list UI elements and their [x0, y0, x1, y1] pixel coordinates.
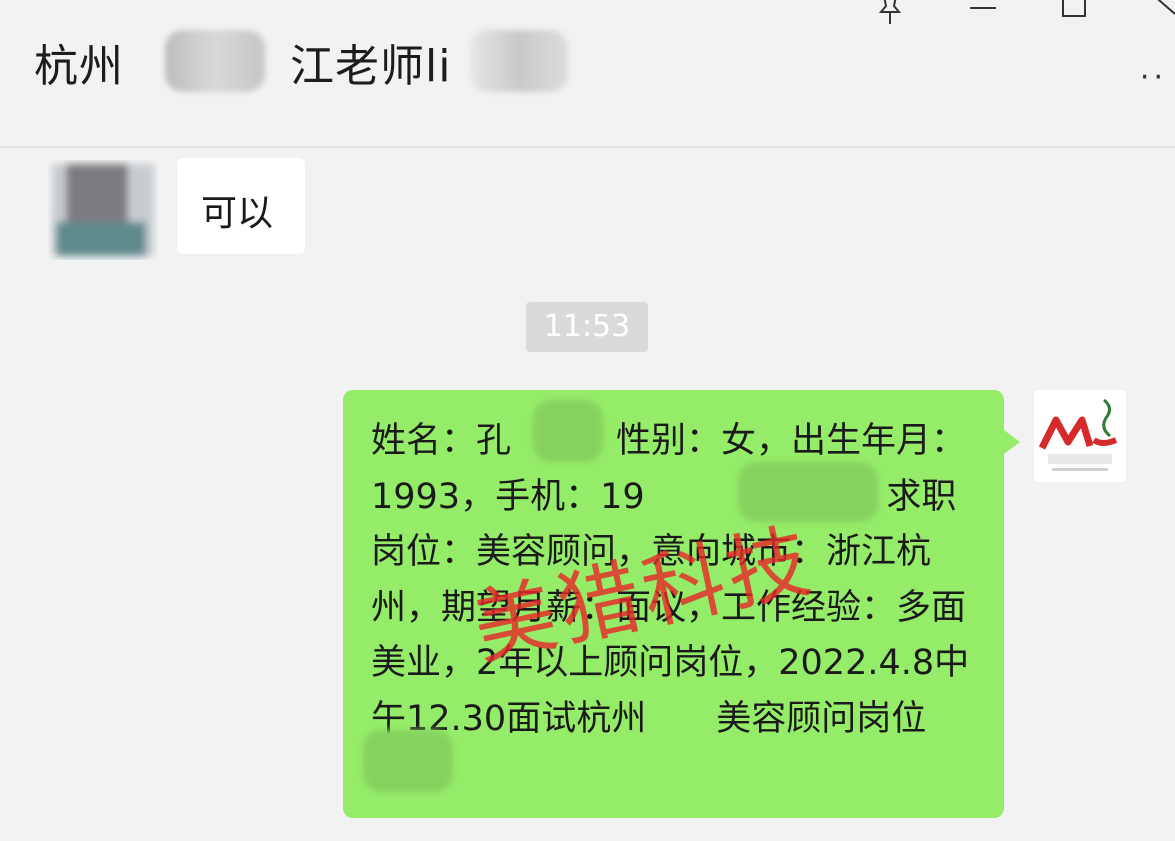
maximize-icon[interactable] — [1060, 0, 1090, 30]
chat-title-city: 杭州 — [34, 41, 124, 92]
more-options-icon[interactable]: ·· — [1140, 60, 1167, 95]
chat-title-name: 江老师li — [290, 41, 452, 92]
incoming-message-text: 可以 — [201, 193, 274, 234]
contact-avatar[interactable] — [48, 160, 158, 260]
incoming-message-bubble[interactable]: 可以 — [177, 158, 305, 254]
pin-icon[interactable] — [875, 0, 905, 30]
minimize-icon[interactable] — [968, 0, 998, 30]
message-timestamp: 11:53 — [526, 302, 648, 352]
redaction-blur — [470, 30, 568, 92]
redaction-blur — [165, 30, 265, 92]
user-avatar-logo[interactable] — [1034, 390, 1126, 482]
redaction-blur — [533, 400, 603, 462]
chat-header: 杭州 江老师li ·· — [0, 0, 1175, 148]
close-icon[interactable] — [1150, 0, 1175, 30]
redaction-blur — [363, 730, 453, 792]
